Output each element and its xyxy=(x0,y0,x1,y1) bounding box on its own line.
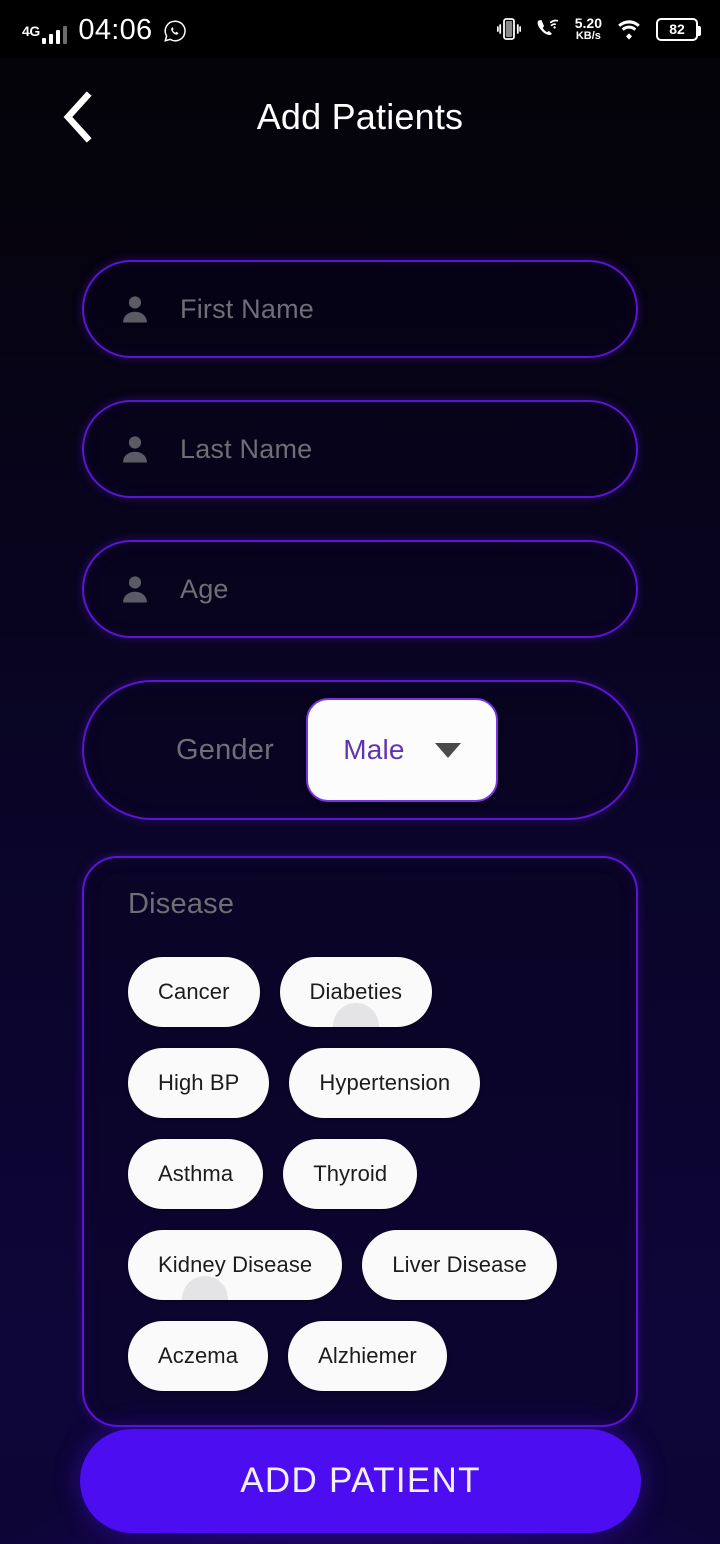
first-name-placeholder: First Name xyxy=(180,293,315,324)
wifi-calling-icon xyxy=(537,19,558,35)
disease-chip-thyroid[interactable]: Thyroid xyxy=(283,1139,418,1209)
status-bar-left: 4G 04:06 xyxy=(22,15,187,44)
disease-label: Disease xyxy=(128,888,235,920)
person-icon xyxy=(123,576,147,603)
gender-selected-value: Male xyxy=(343,734,405,765)
last-name-placeholder: Last Name xyxy=(180,433,313,464)
gender-row: Gender Male xyxy=(82,680,638,820)
disease-chip-hypertension[interactable]: Hypertension xyxy=(289,1048,481,1118)
wifi-icon xyxy=(618,20,640,40)
disease-chip-liver-disease[interactable]: Liver Disease xyxy=(362,1230,557,1300)
disease-chip-aczema[interactable]: Aczema xyxy=(128,1321,269,1391)
person-icon xyxy=(123,436,147,463)
add-patient-button[interactable]: ADD PATIENT xyxy=(80,1429,641,1533)
disease-chip-cancer[interactable]: Cancer xyxy=(128,957,260,1027)
chevron-left-icon xyxy=(63,91,92,143)
age-placeholder: Age xyxy=(180,573,229,604)
last-name-field[interactable]: Last Name xyxy=(82,400,638,498)
data-speed-unit: KB/s xyxy=(575,30,601,42)
disease-section: Disease Cancer Diabeties High BP Hyperte… xyxy=(82,856,638,1427)
first-name-field[interactable]: First Name xyxy=(82,260,638,358)
disease-chip-asthma[interactable]: Asthma xyxy=(128,1139,264,1209)
cellular-signal-icon: 4G xyxy=(22,22,68,44)
disease-chip-list: Cancer Diabeties High BP Hypertension As… xyxy=(128,957,592,1391)
battery-icon: 82 xyxy=(656,17,701,41)
person-icon xyxy=(123,296,147,323)
add-patient-form: First Name Last Name Age Gender Male Dis… xyxy=(0,176,720,1427)
status-bar: 4G 04:06 5.20 KB/s 82 xyxy=(0,0,720,58)
disease-chip-kidney-disease[interactable]: Kidney Disease xyxy=(128,1230,343,1300)
clock-label: 04:06 xyxy=(78,13,153,46)
app-header: Add Patients xyxy=(0,58,720,176)
age-field[interactable]: Age xyxy=(82,540,638,638)
disease-chip-diabeties[interactable]: Diabeties xyxy=(279,957,433,1027)
network-type-label: 4G xyxy=(22,22,40,39)
signal-bars-icon xyxy=(41,25,68,44)
gender-dropdown[interactable]: Male xyxy=(305,698,498,802)
back-button[interactable] xyxy=(44,84,110,150)
status-bar-right: 5.20 KB/s 82 xyxy=(496,16,701,42)
gender-label: Gender xyxy=(176,733,274,766)
vibrate-icon xyxy=(496,18,521,40)
chevron-down-icon xyxy=(434,742,461,758)
battery-level-label: 82 xyxy=(669,21,685,37)
data-speed-indicator: 5.20 KB/s xyxy=(575,16,602,42)
whatsapp-icon xyxy=(164,19,187,42)
disease-chip-high-bp[interactable]: High BP xyxy=(128,1048,270,1118)
app-screen: 4G 04:06 5.20 KB/s 82 Add Patients First… xyxy=(0,0,720,1544)
disease-chip-alzhiemer[interactable]: Alzhiemer xyxy=(288,1321,447,1391)
data-speed-value: 5.20 xyxy=(574,15,602,31)
